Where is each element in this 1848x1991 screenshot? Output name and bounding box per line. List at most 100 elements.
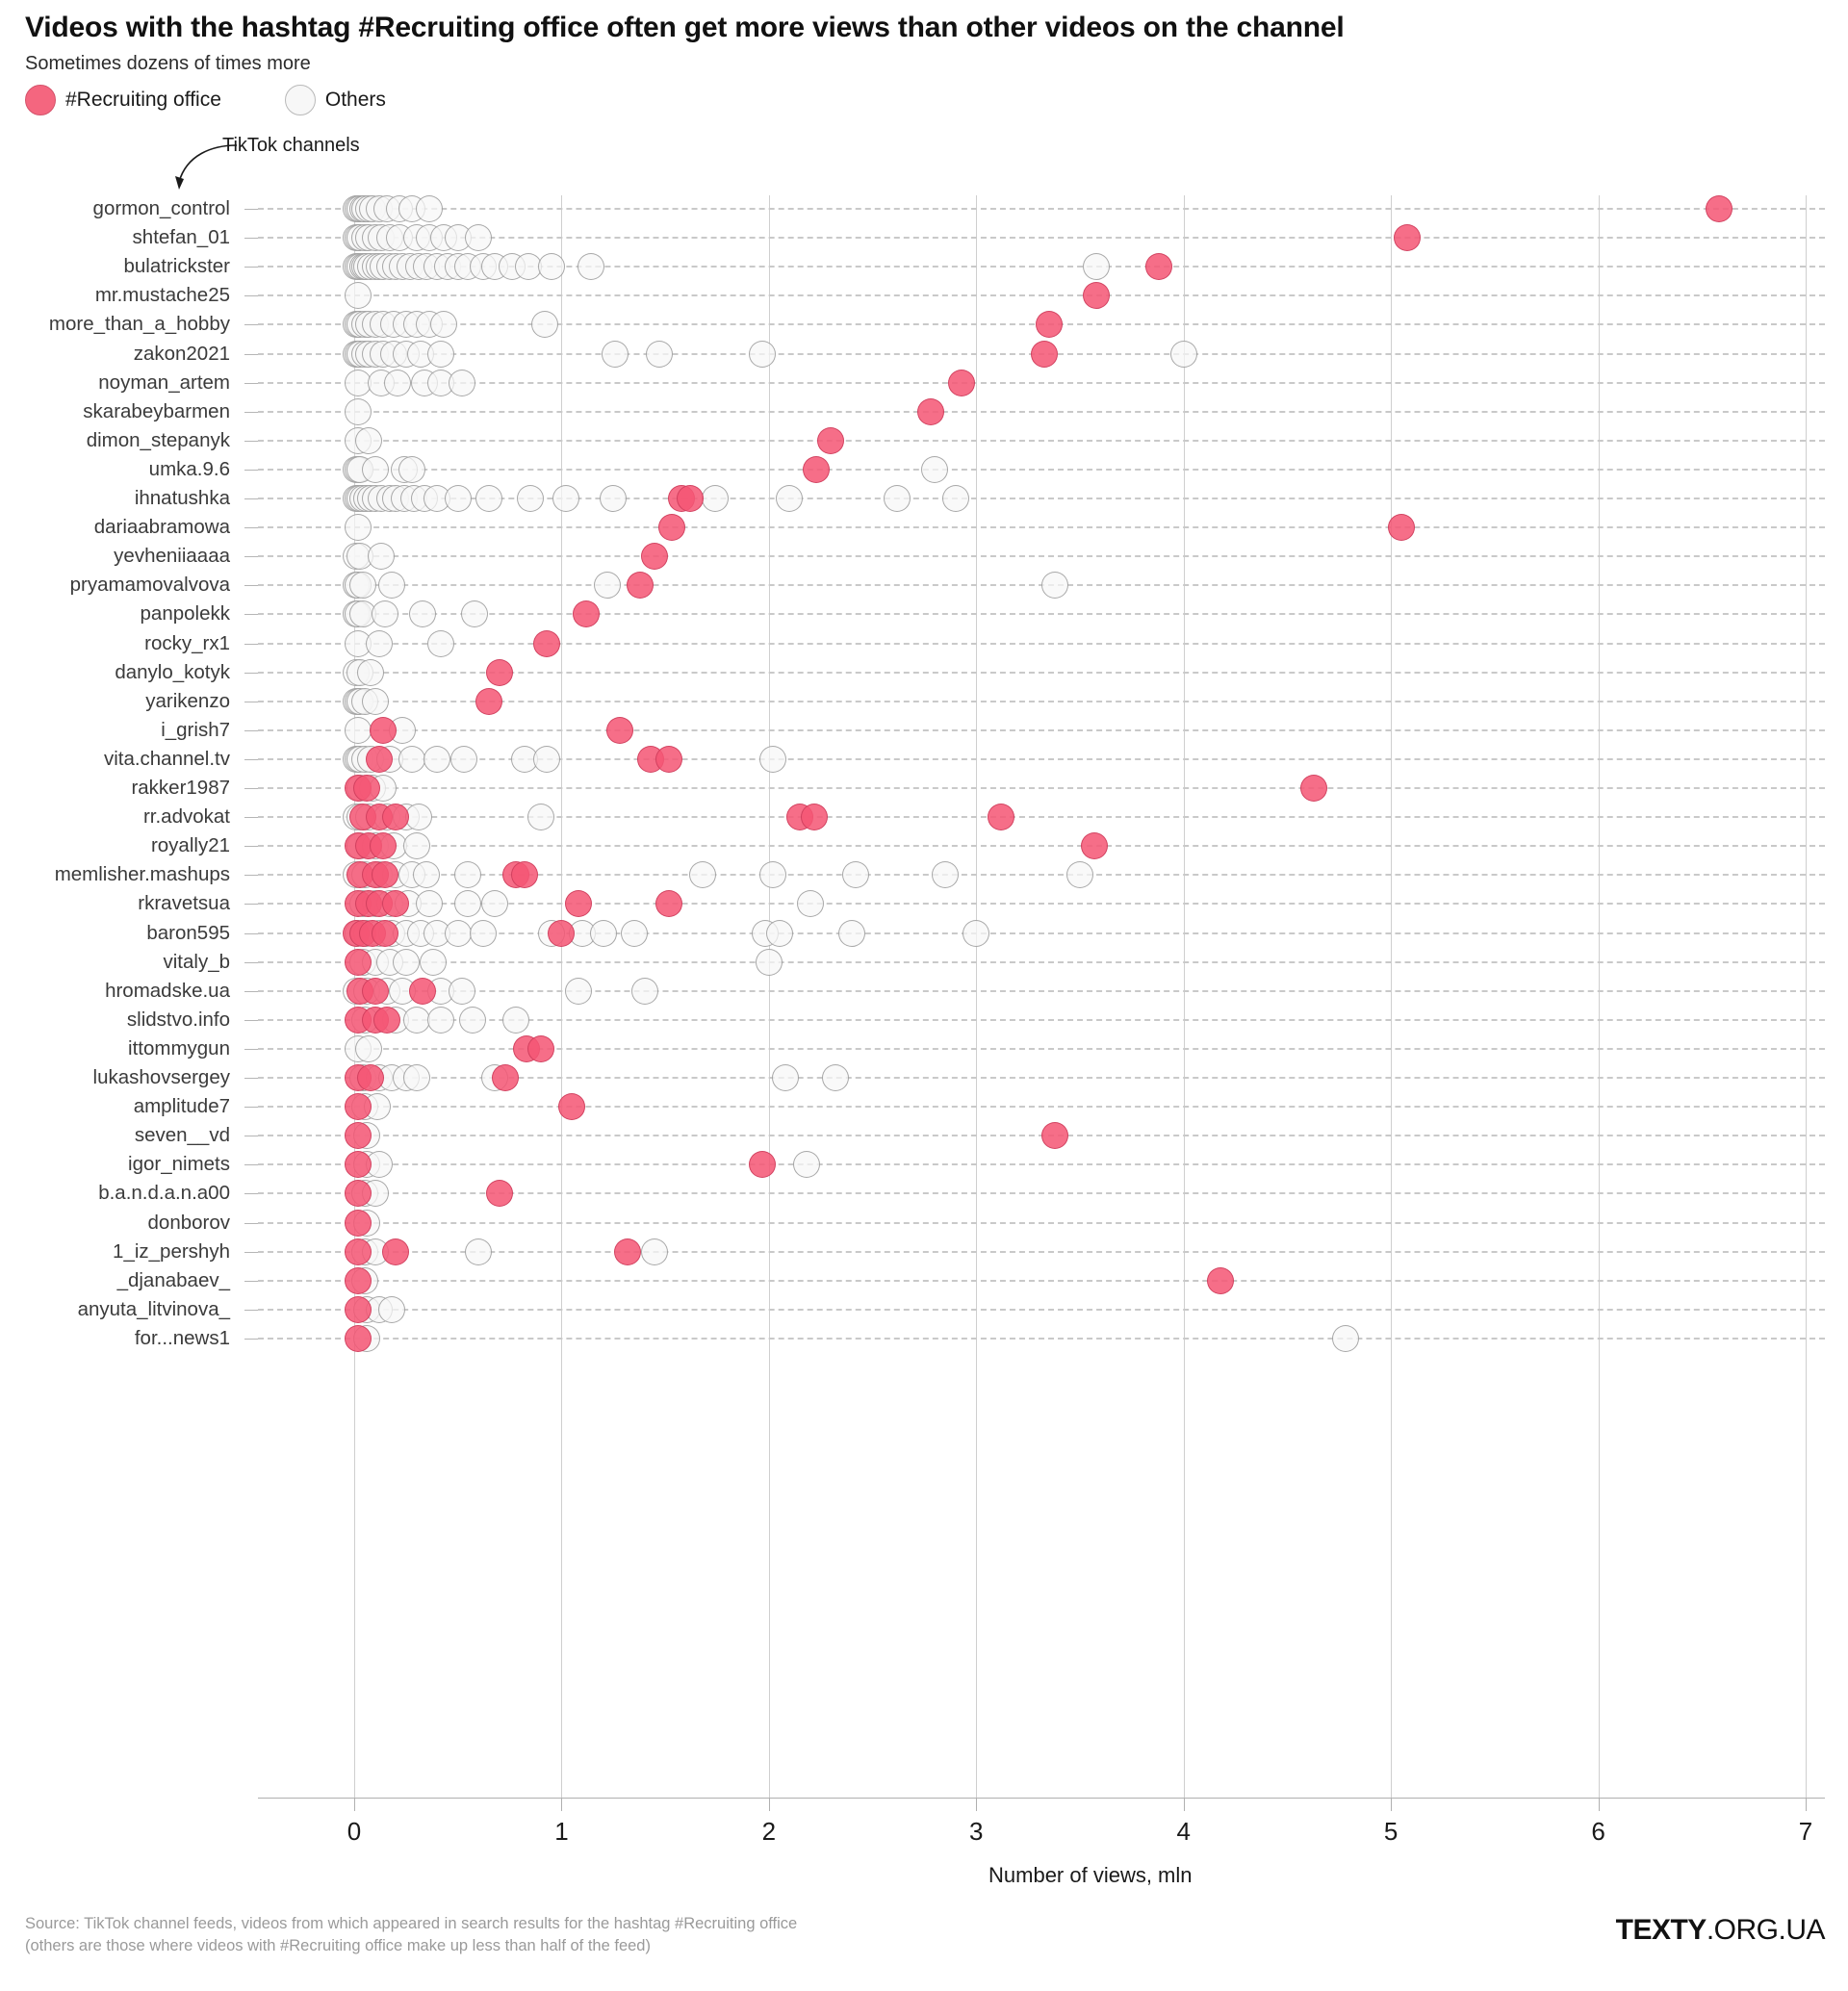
data-point-other[interactable] (398, 455, 426, 483)
data-point-other[interactable] (427, 340, 455, 368)
data-point-other[interactable] (475, 485, 503, 512)
data-point-recruiting-office[interactable] (655, 890, 683, 918)
data-point-recruiting-office[interactable] (916, 397, 944, 425)
data-point-other[interactable] (884, 485, 911, 512)
data-point-other[interactable] (372, 600, 399, 628)
data-point-recruiting-office[interactable] (345, 1324, 372, 1352)
data-point-recruiting-office[interactable] (1705, 195, 1732, 222)
data-point-other[interactable] (1083, 253, 1111, 281)
data-point-recruiting-office[interactable] (345, 1209, 372, 1237)
data-point-other[interactable] (842, 861, 870, 889)
data-point-recruiting-office[interactable] (948, 369, 976, 396)
data-point-recruiting-office[interactable] (614, 1238, 642, 1265)
data-point-other[interactable] (796, 890, 824, 918)
data-point-other[interactable] (772, 1064, 800, 1091)
data-point-recruiting-office[interactable] (1387, 514, 1415, 542)
data-point-other[interactable] (481, 890, 509, 918)
data-point-other[interactable] (449, 369, 476, 396)
data-point-other[interactable] (355, 426, 383, 454)
data-point-recruiting-office[interactable] (485, 1180, 513, 1208)
data-point-other[interactable] (1066, 861, 1093, 889)
data-point-other[interactable] (427, 1006, 455, 1034)
data-point-other[interactable] (377, 572, 405, 600)
data-point-recruiting-office[interactable] (749, 1151, 777, 1179)
data-point-recruiting-office[interactable] (526, 1034, 554, 1062)
data-point-recruiting-office[interactable] (801, 804, 829, 831)
data-point-other[interactable] (454, 890, 482, 918)
data-point-other[interactable] (931, 861, 959, 889)
data-point-recruiting-office[interactable] (1031, 340, 1059, 368)
data-point-recruiting-office[interactable] (352, 775, 380, 802)
data-point-other[interactable] (821, 1064, 849, 1091)
data-point-recruiting-office[interactable] (345, 1180, 372, 1208)
data-point-recruiting-office[interactable] (1207, 1266, 1235, 1294)
data-point-other[interactable] (921, 455, 949, 483)
data-point-recruiting-office[interactable] (1300, 775, 1328, 802)
data-point-other[interactable] (361, 455, 389, 483)
data-point-other[interactable] (531, 311, 559, 339)
data-point-other[interactable] (368, 543, 395, 571)
data-point-other[interactable] (630, 977, 658, 1005)
data-point-other[interactable] (355, 1034, 383, 1062)
data-point-recruiting-office[interactable] (558, 1093, 586, 1121)
data-point-recruiting-office[interactable] (345, 1266, 372, 1294)
data-point-other[interactable] (454, 861, 482, 889)
data-point-other[interactable] (424, 745, 451, 773)
data-point-other[interactable] (589, 919, 617, 947)
data-point-recruiting-office[interactable] (1035, 311, 1063, 339)
data-point-recruiting-office[interactable] (345, 1238, 372, 1265)
data-point-recruiting-office[interactable] (382, 890, 410, 918)
data-point-recruiting-office[interactable] (345, 1295, 372, 1323)
data-point-other[interactable] (759, 861, 787, 889)
data-point-recruiting-office[interactable] (817, 426, 845, 454)
data-point-recruiting-office[interactable] (548, 919, 576, 947)
data-point-other[interactable] (427, 629, 455, 657)
data-point-recruiting-office[interactable] (533, 629, 561, 657)
data-point-other[interactable] (838, 919, 866, 947)
data-point-other[interactable] (577, 253, 604, 281)
data-point-recruiting-office[interactable] (573, 600, 601, 628)
data-point-other[interactable] (402, 832, 430, 860)
data-point-other[interactable] (759, 745, 787, 773)
data-point-other[interactable] (345, 397, 372, 425)
data-point-recruiting-office[interactable] (345, 1122, 372, 1150)
data-point-recruiting-office[interactable] (345, 1151, 372, 1179)
data-point-other[interactable] (415, 195, 443, 222)
data-point-other[interactable] (941, 485, 969, 512)
data-point-other[interactable] (537, 253, 565, 281)
data-point-other[interactable] (502, 1006, 530, 1034)
data-point-other[interactable] (1331, 1324, 1359, 1352)
data-point-other[interactable] (384, 369, 412, 396)
data-point-other[interactable] (377, 1295, 405, 1323)
data-point-recruiting-office[interactable] (657, 514, 685, 542)
data-point-other[interactable] (361, 687, 389, 715)
data-point-other[interactable] (962, 919, 990, 947)
data-point-other[interactable] (688, 861, 716, 889)
data-point-recruiting-office[interactable] (373, 1006, 401, 1034)
data-point-recruiting-office[interactable] (382, 1238, 410, 1265)
data-point-other[interactable] (429, 311, 457, 339)
data-point-recruiting-office[interactable] (655, 745, 683, 773)
data-point-other[interactable] (402, 1006, 430, 1034)
data-point-recruiting-office[interactable] (1081, 832, 1109, 860)
data-point-other[interactable] (465, 224, 493, 252)
data-point-other[interactable] (465, 1238, 493, 1265)
data-point-other[interactable] (533, 745, 561, 773)
data-point-other[interactable] (776, 485, 804, 512)
data-point-other[interactable] (469, 919, 497, 947)
data-point-other[interactable] (564, 977, 592, 1005)
data-point-other[interactable] (409, 600, 437, 628)
data-point-recruiting-office[interactable] (510, 861, 538, 889)
data-point-recruiting-office[interactable] (409, 977, 437, 1005)
data-point-other[interactable] (620, 919, 648, 947)
data-point-recruiting-office[interactable] (605, 716, 633, 744)
data-point-other[interactable] (444, 485, 472, 512)
data-point-other[interactable] (701, 485, 729, 512)
data-point-other[interactable] (365, 629, 393, 657)
data-point-other[interactable] (402, 1064, 430, 1091)
data-point-other[interactable] (345, 282, 372, 310)
data-point-other[interactable] (1041, 572, 1069, 600)
data-point-recruiting-office[interactable] (372, 919, 399, 947)
data-point-other[interactable] (345, 514, 372, 542)
data-point-recruiting-office[interactable] (475, 687, 503, 715)
